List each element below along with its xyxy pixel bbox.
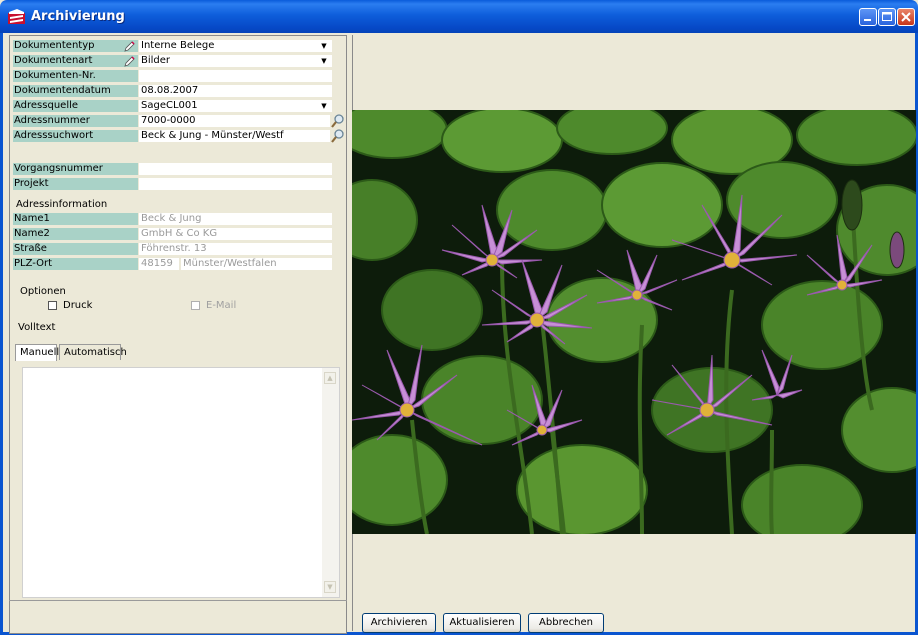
vertical-scrollbar[interactable]: ▲ ▼ — [322, 368, 339, 597]
label-adresssuchwort: Adresssuchwort — [13, 130, 138, 142]
abbrechen-button[interactable]: Abbrechen — [528, 613, 604, 633]
close-icon — [901, 12, 911, 22]
minimize-icon — [864, 19, 871, 21]
scroll-up-icon[interactable]: ▲ — [324, 372, 336, 384]
row-name2: Name2 GmbH & Co KG — [13, 228, 332, 241]
row-projekt: Projekt — [13, 178, 332, 191]
druck-label: Druck — [63, 300, 93, 311]
label-adressnummer: Adressnummer — [13, 115, 138, 127]
readonly-plz: 48159 — [139, 258, 179, 270]
label-projekt: Projekt — [13, 178, 138, 190]
druck-checkbox[interactable] — [48, 301, 57, 310]
row-dokumententyp: Dokumententyp Interne Belege ▼ — [13, 40, 332, 53]
label-dokumententyp: Dokumententyp — [13, 40, 138, 52]
input-dokumentendatum[interactable]: 08.08.2007 — [139, 85, 332, 97]
label-dokumenten-nr: Dokumenten-Nr. — [13, 70, 138, 82]
label-name1: Name1 — [13, 213, 138, 225]
maximize-button[interactable] — [878, 8, 896, 26]
email-checkbox — [191, 301, 200, 310]
row-adressquelle: Adressquelle SageCL001 ▼ — [13, 100, 332, 113]
select-dokumententyp[interactable]: Interne Belege ▼ — [139, 40, 332, 52]
heading-optionen: Optionen — [20, 286, 66, 297]
chevron-down-icon[interactable]: ▼ — [318, 41, 330, 51]
select-adressquelle[interactable]: SageCL001 ▼ — [139, 100, 332, 112]
row-adressnummer: Adressnummer 7000-0000 — [13, 114, 344, 128]
title-bar: Archivierung — [0, 0, 918, 33]
row-adresssuchwort: Adresssuchwort Beck & Jung - Münster/Wes… — [13, 129, 344, 143]
heading-adressinformation: Adressinformation — [16, 199, 108, 210]
row-dokumentendatum: Dokumentendatum 08.08.2007 — [13, 85, 332, 98]
label-dokumentenart: Dokumentenart — [13, 55, 138, 67]
archive-app-icon — [8, 9, 25, 24]
magnifier-icon[interactable] — [331, 129, 345, 143]
input-adresssuchwort[interactable]: Beck & Jung - Münster/Westf — [139, 130, 330, 142]
select-dokumentenart[interactable]: Bilder ▼ — [139, 55, 332, 67]
label-name2: Name2 — [13, 228, 138, 240]
edit-pencil-icon[interactable] — [124, 40, 136, 52]
magnifier-icon[interactable] — [331, 114, 345, 128]
minimize-button[interactable] — [859, 8, 877, 26]
label-vorgangsnummer: Vorgangsnummer — [13, 163, 138, 175]
archivieren-button[interactable]: Archivieren — [362, 613, 436, 633]
scroll-down-icon[interactable]: ▼ — [324, 581, 336, 593]
label-adressquelle: Adressquelle — [13, 100, 138, 112]
heading-volltext: Volltext — [18, 322, 56, 333]
volltext-textarea[interactable]: ▲ ▼ — [22, 367, 340, 598]
water-lily-photo — [352, 110, 916, 534]
row-name1: Name1 Beck & Jung — [13, 213, 332, 226]
readonly-name1: Beck & Jung — [139, 213, 332, 225]
tab-manuell[interactable]: Manuell — [15, 344, 59, 361]
maximize-icon — [882, 12, 892, 21]
input-projekt[interactable] — [139, 178, 332, 190]
aktualisieren-button[interactable]: Aktualisieren — [443, 613, 521, 633]
row-vorgangsnummer: Vorgangsnummer — [13, 163, 332, 176]
tab-automatisch[interactable]: Automatisch — [59, 344, 127, 360]
label-strasse: Straße — [13, 243, 138, 255]
document-preview-image — [352, 110, 916, 534]
readonly-ort: Münster/Westfalen — [181, 258, 332, 270]
edit-pencil-icon[interactable] — [124, 55, 136, 67]
window-title: Archivierung — [31, 9, 125, 24]
input-vorgangsnummer[interactable] — [139, 163, 332, 175]
row-strasse: Straße Föhrenstr. 13 — [13, 243, 332, 256]
pane-divider — [9, 600, 347, 601]
readonly-name2: GmbH & Co KG — [139, 228, 332, 240]
readonly-strasse: Föhrenstr. 13 — [139, 243, 332, 255]
row-dokumenten-nr: Dokumenten-Nr. — [13, 70, 332, 83]
row-plz-ort: PLZ-Ort 48159 Münster/Westfalen — [13, 258, 332, 271]
input-dokumenten-nr[interactable] — [139, 70, 332, 82]
label-plz-ort: PLZ-Ort — [13, 258, 138, 270]
row-dokumentenart: Dokumentenart Bilder ▼ — [13, 55, 332, 68]
chevron-down-icon[interactable]: ▼ — [318, 101, 330, 111]
close-button[interactable] — [897, 8, 915, 26]
email-label: E-Mail — [206, 300, 237, 311]
input-adressnummer[interactable]: 7000-0000 — [139, 115, 330, 127]
chevron-down-icon[interactable]: ▼ — [318, 56, 330, 66]
label-dokumentendatum: Dokumentendatum — [13, 85, 138, 97]
